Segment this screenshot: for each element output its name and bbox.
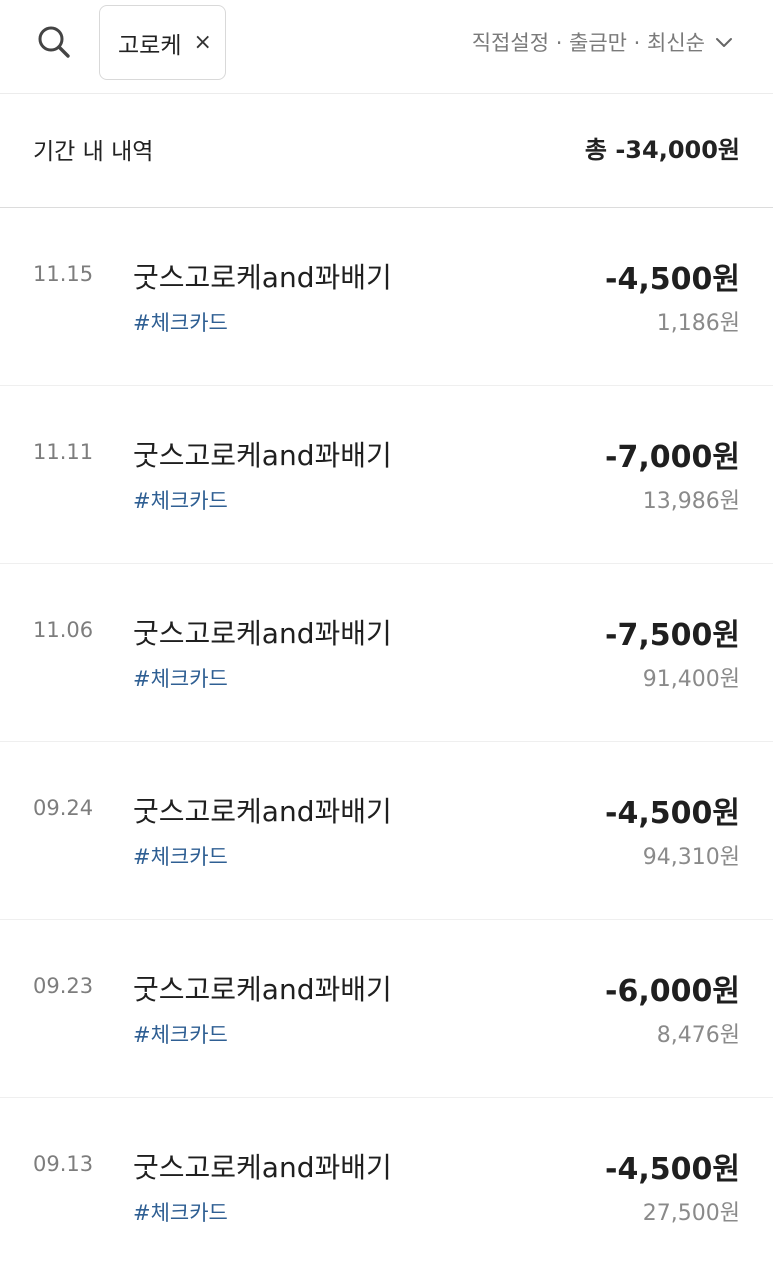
transaction-tag[interactable]: #체크카드	[133, 1019, 228, 1049]
transaction-date: 11.15	[33, 262, 94, 286]
transaction-merchant: 굿스고로케and꽈배기	[133, 439, 392, 472]
transaction-row[interactable]: 11.11 굿스고로케and꽈배기 #체크카드 -7,000원 13,986원	[0, 386, 773, 564]
transaction-date: 09.24	[33, 796, 94, 820]
filter-dropdown[interactable]: 직접설정 · 출금만 · 최신순	[472, 24, 735, 60]
search-button[interactable]	[34, 22, 74, 62]
transaction-amount: -7,500원	[605, 618, 740, 653]
transaction-date: 09.23	[33, 974, 94, 998]
clear-keyword-button[interactable]: ×	[193, 31, 211, 54]
transaction-tag[interactable]: #체크카드	[133, 1197, 228, 1227]
summary-label: 기간 내 내역	[33, 139, 154, 165]
transaction-merchant: 굿스고로케and꽈배기	[133, 617, 392, 650]
transaction-row[interactable]: 09.24 굿스고로케and꽈배기 #체크카드 -4,500원 94,310원	[0, 742, 773, 920]
transaction-amount: -4,500원	[605, 262, 740, 297]
transaction-amount: -6,000원	[605, 974, 740, 1009]
transaction-date: 09.13	[33, 1152, 94, 1176]
transaction-amount: -4,500원	[605, 796, 740, 831]
transaction-merchant: 굿스고로케and꽈배기	[133, 795, 392, 828]
transaction-balance: 13,986원	[642, 489, 740, 514]
transaction-tag[interactable]: #체크카드	[133, 663, 228, 693]
filter-label: 직접설정 · 출금만 · 최신순	[471, 31, 705, 55]
transaction-amount: -7,000원	[605, 440, 740, 475]
transaction-list: 11.15 굿스고로케and꽈배기 #체크카드 -4,500원 1,186원 1…	[0, 208, 773, 1276]
transaction-merchant: 굿스고로케and꽈배기	[133, 261, 392, 294]
transaction-tag[interactable]: #체크카드	[133, 841, 228, 871]
transaction-date: 11.11	[33, 440, 94, 464]
transaction-merchant: 굿스고로케and꽈배기	[133, 973, 392, 1006]
transaction-row[interactable]: 11.15 굿스고로케and꽈배기 #체크카드 -4,500원 1,186원	[0, 208, 773, 386]
transaction-tag[interactable]: #체크카드	[133, 485, 228, 515]
search-header: 고로케 × 직접설정 · 출금만 · 최신순	[0, 0, 773, 94]
transaction-balance: 91,400원	[642, 667, 740, 692]
search-keyword: 고로케	[118, 32, 182, 59]
search-icon	[38, 26, 70, 58]
period-summary: 기간 내 내역 총 -34,000원	[0, 94, 773, 208]
transaction-row[interactable]: 09.23 굿스고로케and꽈배기 #체크카드 -6,000원 8,476원	[0, 920, 773, 1098]
transaction-balance: 1,186원	[656, 311, 740, 336]
transaction-balance: 94,310원	[642, 845, 740, 870]
transaction-date: 11.06	[33, 618, 94, 642]
transaction-amount: -4,500원	[605, 1152, 740, 1187]
transaction-balance: 8,476원	[656, 1023, 740, 1048]
transaction-row[interactable]: 11.06 굿스고로케and꽈배기 #체크카드 -7,500원 91,400원	[0, 564, 773, 742]
transaction-row[interactable]: 09.13 굿스고로케and꽈배기 #체크카드 -4,500원 27,500원	[0, 1098, 773, 1276]
transaction-tag[interactable]: #체크카드	[133, 307, 228, 337]
transaction-balance: 27,500원	[642, 1201, 740, 1226]
summary-total: 총 -34,000원	[584, 136, 740, 164]
search-keyword-chip[interactable]: 고로케 ×	[99, 5, 226, 80]
transaction-merchant: 굿스고로케and꽈배기	[133, 1151, 392, 1184]
chevron-down-icon	[716, 38, 732, 47]
